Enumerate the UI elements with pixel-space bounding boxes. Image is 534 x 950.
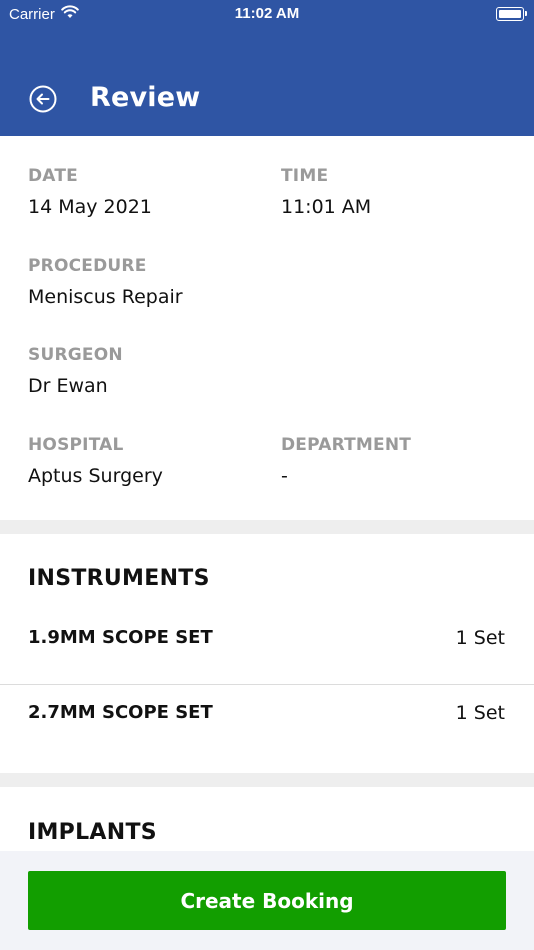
department-label: DEPARTMENT: [281, 435, 412, 455]
hospital-value: Aptus Surgery: [28, 465, 163, 487]
procedure-value: Meniscus Repair: [28, 286, 183, 308]
date-value: 14 May 2021: [28, 196, 152, 218]
instrument-row: 2.7MM SCOPE SET 1 Set: [0, 702, 534, 776]
instrument-quantity: 1 Set: [455, 627, 505, 649]
create-booking-button[interactable]: Create Booking: [28, 871, 506, 930]
back-arrow-icon: [29, 85, 57, 113]
surgeon-field: SURGEON Dr Ewan: [28, 345, 123, 397]
time-label: TIME: [281, 166, 329, 186]
hospital-label: HOSPITAL: [28, 435, 124, 455]
date-label: DATE: [28, 166, 78, 186]
department-value: -: [281, 465, 288, 487]
procedure-label: PROCEDURE: [28, 256, 147, 276]
battery-icon: [496, 7, 527, 21]
app-header: Carrier 11:02 AM Review: [0, 0, 534, 136]
procedure-field: PROCEDURE Meniscus Repair: [28, 256, 183, 308]
status-bar: Carrier 11:02 AM: [0, 0, 534, 30]
department-field: DEPARTMENT -: [281, 435, 411, 487]
surgeon-label: SURGEON: [28, 345, 123, 365]
implants-title: IMPLANTS: [28, 820, 157, 845]
time-field: TIME 11:01 AM: [281, 166, 371, 218]
instrument-name: 2.7MM SCOPE SET: [28, 702, 213, 723]
hospital-field: HOSPITAL Aptus Surgery: [28, 435, 163, 487]
section-divider: [0, 773, 534, 787]
date-field: DATE 14 May 2021: [28, 166, 152, 218]
page-title: Review: [90, 82, 201, 113]
instrument-quantity: 1 Set: [455, 702, 505, 724]
back-button[interactable]: [29, 85, 57, 113]
row-separator: [0, 684, 534, 685]
instruments-title: INSTRUMENTS: [28, 566, 210, 591]
footer-bar: Create Booking: [0, 851, 534, 950]
time-value: 11:01 AM: [281, 196, 372, 218]
status-time: 11:02 AM: [234, 5, 300, 22]
section-divider: [0, 520, 534, 534]
surgeon-value: Dr Ewan: [28, 375, 108, 397]
instrument-row: 1.9MM SCOPE SET 1 Set: [0, 627, 534, 701]
instrument-name: 1.9MM SCOPE SET: [28, 627, 213, 648]
